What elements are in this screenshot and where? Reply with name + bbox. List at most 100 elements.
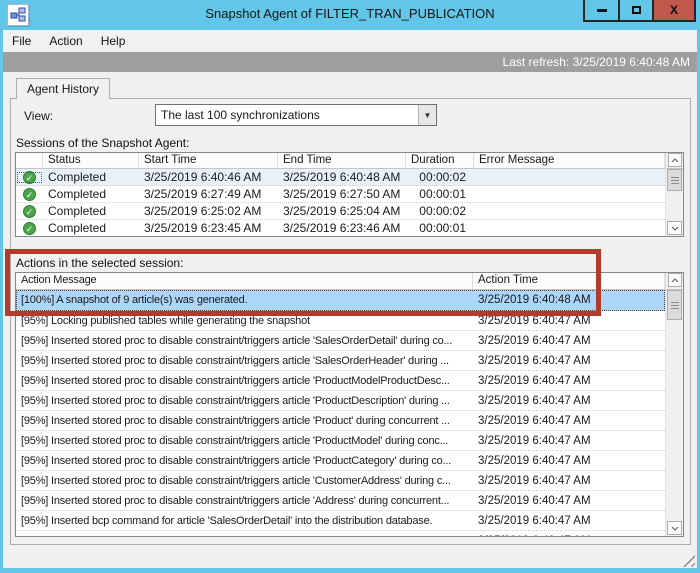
table-row[interactable]: [95%] Inserted stored proc to disable co… (16, 411, 665, 431)
sessions-header-icon[interactable] (16, 153, 43, 169)
scrollbar-track[interactable] (666, 320, 683, 520)
session-duration: 00:00:02 (406, 204, 474, 218)
action-time: 3/25/2019 6:40:47 AM (473, 355, 665, 367)
scroll-up-icon[interactable] (668, 153, 682, 167)
table-row[interactable]: [95%] Inserted stored proc to disable co… (16, 491, 665, 511)
scroll-up-icon[interactable] (668, 273, 682, 287)
view-dropdown[interactable]: The last 100 synchronizations ▼ (155, 104, 437, 126)
sessions-table: Status Start Time End Time Duration Erro… (15, 152, 684, 237)
titlebar[interactable]: Snapshot Agent of FILTER_TRAN_PUBLICATIO… (0, 0, 700, 30)
table-row[interactable]: [95%] Inserted stored proc to disable co… (16, 471, 665, 491)
table-row[interactable]: [95%] Inserted bcp command for article '… (16, 531, 665, 537)
session-status: Completed (43, 170, 139, 184)
menu-file[interactable]: File (3, 30, 40, 52)
view-label: View: (24, 109, 53, 123)
minimize-button[interactable] (583, 0, 620, 22)
action-time: 3/25/2019 6:40:48 AM (473, 294, 665, 306)
completed-check-icon: ✓ (16, 222, 43, 235)
session-start: 3/25/2019 6:25:02 AM (139, 204, 278, 218)
session-start: 3/25/2019 6:27:49 AM (139, 187, 278, 201)
table-row[interactable]: [95%] Inserted stored proc to disable co… (16, 371, 665, 391)
tab-agent-history[interactable]: Agent History (16, 78, 110, 99)
resize-grip[interactable] (680, 553, 695, 567)
action-message: [95%] Inserted stored proc to disable co… (16, 335, 473, 347)
action-message: [95%] Inserted bcp command for article '… (16, 515, 473, 527)
table-row[interactable]: [95%] Inserted stored proc to disable co… (16, 451, 665, 471)
table-row[interactable]: [95%] Inserted stored proc to disable co… (16, 331, 665, 351)
action-message: [95%] Inserted bcp command for article '… (16, 535, 473, 538)
completed-check-icon: ✓ (16, 188, 43, 201)
action-message: [95%] Inserted stored proc to disable co… (16, 495, 473, 507)
action-time: 3/25/2019 6:40:47 AM (473, 335, 665, 347)
table-row[interactable]: [95%] Locking published tables while gen… (16, 311, 665, 331)
action-message: [95%] Inserted stored proc to disable co… (16, 475, 473, 487)
sessions-scrollbar[interactable] (665, 169, 683, 236)
action-time: 3/25/2019 6:40:47 AM (473, 535, 665, 538)
minimize-icon (597, 9, 607, 12)
action-time: 3/25/2019 6:40:47 AM (473, 475, 665, 487)
table-row[interactable]: ✓ Completed 3/25/2019 6:23:45 AM 3/25/20… (16, 220, 665, 237)
sessions-header-status[interactable]: Status (43, 153, 139, 169)
action-time: 3/25/2019 6:40:47 AM (473, 435, 665, 447)
sessions-label: Sessions of the Snapshot Agent: (16, 136, 189, 150)
session-end: 3/25/2019 6:40:48 AM (278, 170, 406, 184)
scrollbar-track[interactable] (666, 191, 683, 220)
actions-header-row: Action Message Action Time (16, 273, 683, 290)
actions-scrollbar-top[interactable] (665, 273, 683, 290)
table-row[interactable]: [95%] Inserted stored proc to disable co… (16, 391, 665, 411)
action-message: [95%] Inserted stored proc to disable co… (16, 415, 473, 427)
action-message: [95%] Inserted stored proc to disable co… (16, 375, 473, 387)
maximize-button[interactable] (618, 0, 654, 22)
window-border-left (0, 30, 3, 573)
actions-header-message[interactable]: Action Message (16, 273, 473, 290)
action-time: 3/25/2019 6:40:47 AM (473, 455, 665, 467)
table-row[interactable]: [95%] Inserted stored proc to disable co… (16, 431, 665, 451)
scrollbar-thumb[interactable] (667, 290, 682, 320)
session-duration: 00:00:01 (406, 187, 474, 201)
table-row[interactable]: ✓ Completed 3/25/2019 6:27:49 AM 3/25/20… (16, 186, 665, 203)
action-message: [95%] Inserted stored proc to disable co… (16, 435, 473, 447)
menu-help[interactable]: Help (92, 30, 135, 52)
actions-label: Actions in the selected session: (16, 256, 183, 270)
actions-table: Action Message Action Time [100%] A snap… (15, 272, 684, 537)
session-start: 3/25/2019 6:40:46 AM (139, 170, 278, 184)
action-time: 3/25/2019 6:40:47 AM (473, 315, 665, 327)
sessions-header-start[interactable]: Start Time (139, 153, 278, 169)
session-status: Completed (43, 187, 139, 201)
window-border-bottom (0, 568, 700, 573)
chevron-down-icon[interactable]: ▼ (418, 105, 436, 125)
action-time: 3/25/2019 6:40:47 AM (473, 415, 665, 427)
action-time: 3/25/2019 6:40:47 AM (473, 495, 665, 507)
table-row[interactable]: [95%] Inserted bcp command for article '… (16, 511, 665, 531)
menu-action[interactable]: Action (40, 30, 91, 52)
sessions-header-error[interactable]: Error Message (474, 153, 665, 169)
close-button[interactable]: X (652, 0, 696, 22)
session-status: Completed (43, 204, 139, 218)
table-row[interactable]: ✓ Completed 3/25/2019 6:40:46 AM 3/25/20… (16, 169, 665, 186)
session-end: 3/25/2019 6:27:50 AM (278, 187, 406, 201)
completed-check-icon: ✓ (16, 171, 43, 184)
menubar: File Action Help (3, 30, 697, 52)
scroll-down-icon[interactable] (667, 521, 682, 535)
scrollbar-thumb[interactable] (667, 169, 682, 191)
action-message: [100%] A snapshot of 9 article(s) was ge… (16, 294, 473, 306)
scroll-down-icon[interactable] (667, 221, 682, 235)
table-row[interactable]: ✓ Completed 3/25/2019 6:25:02 AM 3/25/20… (16, 203, 665, 220)
session-status: Completed (43, 221, 139, 235)
action-message: [95%] Locking published tables while gen… (16, 315, 473, 327)
table-row-selected[interactable]: [100%] A snapshot of 9 article(s) was ge… (16, 290, 665, 311)
action-message: [95%] Inserted stored proc to disable co… (16, 455, 473, 467)
session-end: 3/25/2019 6:23:46 AM (278, 221, 406, 235)
view-dropdown-value: The last 100 synchronizations (156, 108, 418, 122)
sessions-header-end[interactable]: End Time (278, 153, 406, 169)
last-refresh-bar: Last refresh: 3/25/2019 6:40:48 AM (3, 52, 697, 72)
maximize-icon (632, 6, 641, 14)
table-row[interactable]: [95%] Inserted stored proc to disable co… (16, 351, 665, 371)
actions-scrollbar[interactable] (665, 290, 683, 536)
close-icon: X (670, 3, 678, 17)
actions-header-time[interactable]: Action Time (473, 273, 665, 290)
action-message: [95%] Inserted stored proc to disable co… (16, 395, 473, 407)
action-message: [95%] Inserted stored proc to disable co… (16, 355, 473, 367)
sessions-scrollbar-top[interactable] (665, 153, 683, 169)
sessions-header-duration[interactable]: Duration (406, 153, 474, 169)
